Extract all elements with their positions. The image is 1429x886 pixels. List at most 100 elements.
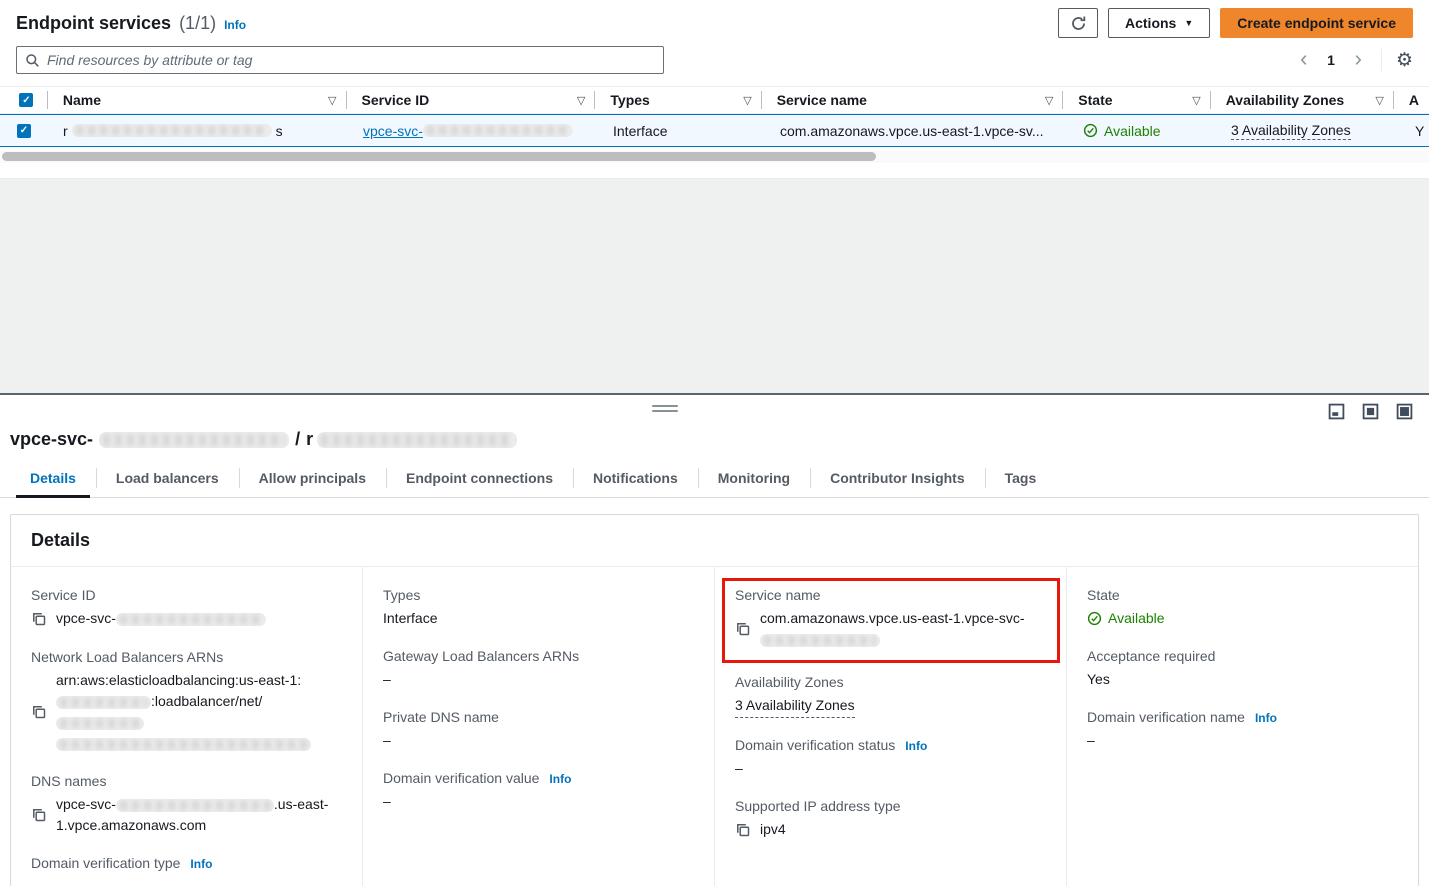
chevron-right-icon (1351, 53, 1365, 67)
refresh-button[interactable] (1058, 8, 1098, 38)
caret-down-icon: ▼ (1184, 18, 1193, 28)
acceptance-cell: Y (1400, 115, 1429, 146)
details-card: Details Service ID vpce-svc- Network Loa… (10, 514, 1419, 886)
split-panel: vpce-svc- / r Details Load balancers All… (0, 393, 1429, 885)
state-cell: Available (1068, 115, 1216, 146)
info-link[interactable]: Info (190, 857, 212, 871)
chevron-left-icon (1297, 53, 1311, 67)
field-types: Types Interface (383, 587, 694, 629)
field-value: – (383, 791, 694, 812)
tab-endpoint-connections[interactable]: Endpoint connections (386, 466, 573, 497)
search-icon (25, 53, 40, 68)
copy-icon[interactable] (735, 611, 751, 650)
redacted-text (56, 738, 311, 751)
field-service-name: Service name com.amazonaws.vpce.us-east-… (735, 587, 1044, 650)
redacted-text (760, 634, 880, 647)
info-link[interactable]: Info (1255, 711, 1277, 725)
tab-details[interactable]: Details (10, 466, 96, 497)
info-link[interactable]: Info (224, 18, 246, 32)
field-label: Availability Zones (735, 674, 1046, 690)
info-link[interactable]: Info (549, 772, 571, 786)
filter-icon: ▽ (328, 94, 336, 107)
redacted-text (99, 432, 289, 448)
endpoint-services-table: Name▽ Service ID▽ Types▽ Service name▽ S… (0, 86, 1429, 163)
field-value: – (383, 730, 694, 751)
col-header-service-id[interactable]: Service ID▽ (347, 87, 596, 113)
split-panel-drag-handle[interactable] (652, 405, 678, 415)
search-input[interactable] (47, 52, 655, 68)
panel-position-bottom-button[interactable] (1328, 403, 1345, 420)
service-id-link[interactable]: vpce-svc- (363, 123, 573, 139)
title-name-prefix: r (306, 429, 313, 450)
split-panel-title: vpce-svc- / r (0, 395, 1429, 450)
tab-contributor-insights[interactable]: Contributor Insights (810, 466, 985, 497)
col-label: A (1409, 92, 1419, 108)
info-link[interactable]: Info (905, 739, 927, 753)
col-header-service-name[interactable]: Service name▽ (762, 87, 1064, 113)
copy-icon[interactable] (31, 611, 47, 630)
header-actions: Actions ▼ Create endpoint service (1058, 8, 1413, 38)
field-domain-verification-type: Domain verification typeInfo – (31, 855, 342, 886)
field-state: State Available (1087, 587, 1398, 629)
red-annotation-box: Service name com.amazonaws.vpce.us-east-… (722, 578, 1060, 663)
col-header-availability-zones[interactable]: Availability Zones▽ (1211, 87, 1394, 113)
availability-zones-cell: 3 Availability Zones (1216, 115, 1400, 146)
pagination: 1 ⚙ (1295, 49, 1413, 71)
availability-zones-popover[interactable]: 3 Availability Zones (1231, 122, 1351, 140)
filter-icon: ▽ (577, 94, 585, 107)
panel-bottom-icon (1328, 403, 1345, 420)
service-id-prefix: vpce-svc- (56, 610, 116, 626)
field-availability-zones: Availability Zones 3 Availability Zones (735, 674, 1046, 718)
field-label: Types (383, 587, 694, 603)
panel-position-side-button[interactable] (1362, 403, 1379, 420)
horizontal-scrollbar[interactable] (0, 151, 1429, 163)
tab-load-balancers[interactable]: Load balancers (96, 466, 239, 497)
field-service-id: Service ID vpce-svc- (31, 587, 342, 630)
field-value: vpce-svc-.us-east-1.vpce.amazonaws.com (56, 794, 342, 836)
table-row[interactable]: r s vpce-svc- Interface com.amazonaws.vp… (0, 114, 1429, 147)
col-label: State (1078, 92, 1112, 108)
panel-fullscreen-button[interactable] (1396, 403, 1413, 420)
field-dns-names: DNS names vpce-svc-.us-east-1.vpce.amazo… (31, 773, 342, 836)
tab-monitoring[interactable]: Monitoring (698, 466, 810, 497)
field-private-dns-name: Private DNS name – (383, 709, 694, 751)
col-header-acceptance[interactable]: A (1394, 87, 1429, 113)
field-label: Domain verification status (735, 737, 895, 753)
page-header: Endpoint services (1/1) Info Actions ▼ C… (0, 0, 1429, 38)
availability-zones-popover[interactable]: 3 Availability Zones (735, 695, 855, 718)
copy-icon[interactable] (735, 822, 751, 841)
scrollbar-thumb[interactable] (2, 152, 876, 161)
arn-line1: arn:aws:elasticloadbalancing:us-east- (56, 672, 289, 688)
prev-page-button[interactable] (1295, 51, 1313, 69)
arn-line2-mid: :loadbalancer/net/ (151, 693, 262, 709)
page-number[interactable]: 1 (1327, 52, 1335, 68)
field-value: – (1087, 730, 1398, 751)
search-box[interactable] (16, 46, 664, 74)
field-label: Domain verification value (383, 770, 539, 786)
table-toolbar: 1 ⚙ (16, 46, 1413, 74)
tab-tags[interactable]: Tags (985, 466, 1057, 497)
table-header-row: Name▽ Service ID▽ Types▽ Service name▽ S… (0, 87, 1429, 114)
field-label: Service name (735, 587, 1044, 603)
col-header-name[interactable]: Name▽ (48, 87, 347, 113)
col-header-types[interactable]: Types▽ (595, 87, 761, 113)
copy-icon[interactable] (31, 673, 47, 754)
details-card-body: Service ID vpce-svc- Network Load Balanc… (11, 567, 1418, 886)
gear-icon: ⚙ (1396, 50, 1413, 71)
details-column-1: Service ID vpce-svc- Network Load Balanc… (11, 567, 363, 886)
tab-allow-principals[interactable]: Allow principals (239, 466, 386, 497)
tab-notifications[interactable]: Notifications (573, 466, 698, 497)
resource-count: (1/1) (179, 13, 216, 34)
next-page-button[interactable] (1349, 51, 1367, 69)
select-all-checkbox[interactable] (19, 93, 33, 107)
dns-prefix: vpce-svc- (56, 796, 116, 812)
field-label: Service ID (31, 587, 342, 603)
col-header-state[interactable]: State▽ (1063, 87, 1210, 113)
col-label: Types (610, 92, 649, 108)
copy-icon[interactable] (31, 797, 47, 836)
row-checkbox[interactable] (17, 124, 31, 138)
preferences-button[interactable]: ⚙ (1396, 51, 1413, 70)
create-endpoint-service-button[interactable]: Create endpoint service (1220, 8, 1413, 38)
field-label: Network Load Balancers ARNs (31, 649, 342, 665)
actions-button[interactable]: Actions ▼ (1108, 8, 1210, 38)
